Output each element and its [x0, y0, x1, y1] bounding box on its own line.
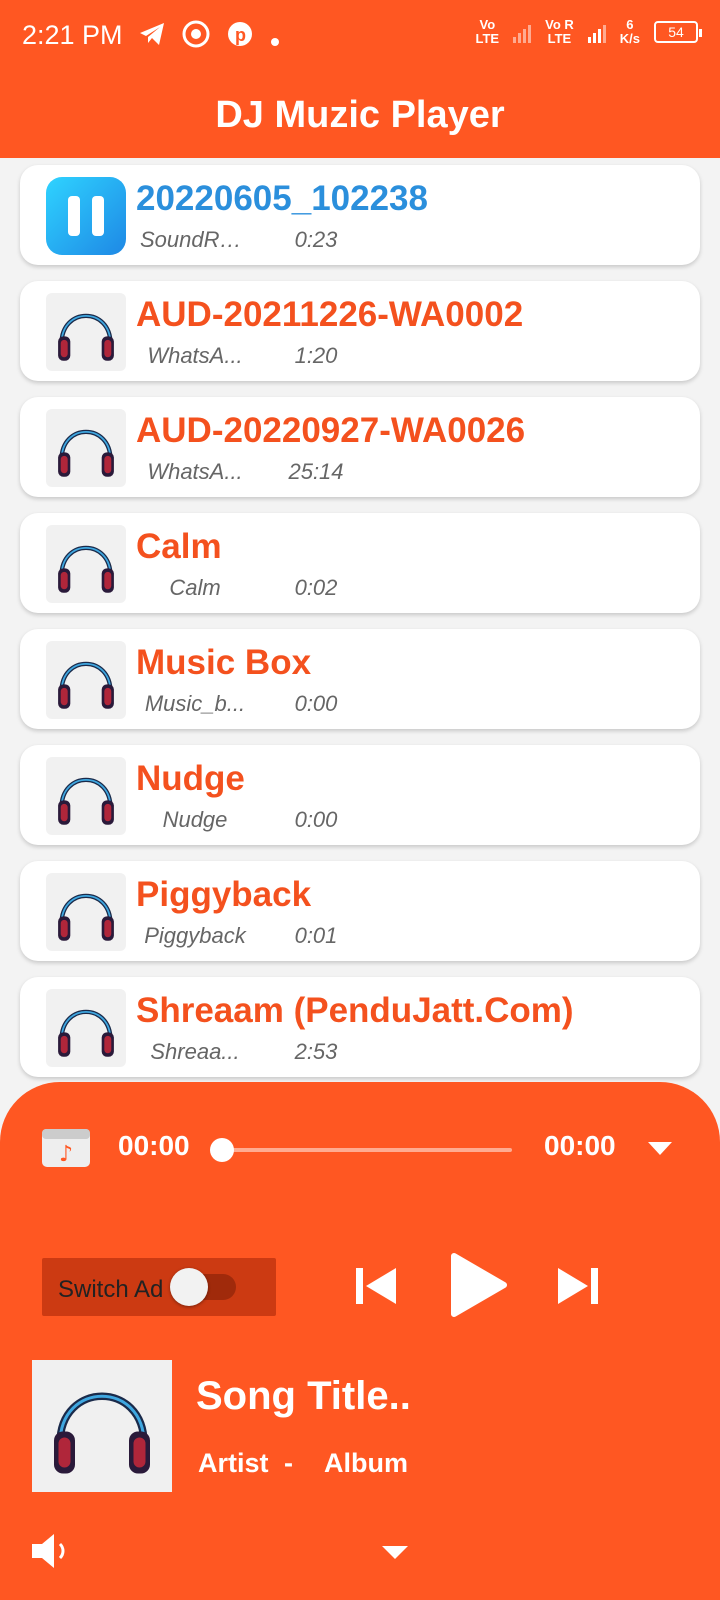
network-speed: 6 K/s — [619, 17, 640, 46]
current-time: 00:00 — [118, 1130, 190, 1161]
switch-ad-toggle[interactable]: Switch Ad — [42, 1258, 276, 1316]
song-duration: 0:02 — [294, 575, 338, 600]
play-icon[interactable] — [448, 1252, 508, 1318]
seek-thumb[interactable] — [210, 1138, 234, 1162]
notification-dot-icon — [270, 22, 280, 54]
song-title: AUD-20211226-WA0002 — [136, 295, 524, 334]
song-artist: Music_b... — [144, 691, 246, 716]
song-artist: WhatsA... — [147, 343, 243, 368]
toggle-thumb[interactable] — [170, 1268, 208, 1306]
seek-bar[interactable] — [210, 1138, 512, 1162]
app-title: DJ Muzic Player — [215, 94, 505, 136]
album-art — [32, 1360, 172, 1492]
now-playing-title: Song Title.. — [196, 1374, 411, 1418]
toggle-track[interactable] — [170, 1268, 236, 1306]
chevron-down-icon[interactable] — [382, 1546, 408, 1560]
song-duration: 0:00 — [294, 691, 338, 716]
app-bar: DJ Muzic Player — [0, 72, 720, 158]
pause-icon — [46, 177, 126, 255]
song-list-item[interactable]: Music Box Music_b... 0:00 — [20, 629, 700, 729]
song-duration: 0:23 — [294, 227, 338, 252]
skip-previous-icon[interactable] — [356, 1264, 398, 1308]
song-title: Shreaam (PenduJatt.Com) — [136, 991, 574, 1030]
headphones-icon — [42, 1365, 162, 1488]
song-duration: 0:00 — [294, 807, 338, 832]
song-artist: WhatsA... — [147, 459, 243, 484]
song-artist: Shreaa... — [150, 1039, 240, 1064]
music-folder-icon[interactable]: ♪ — [40, 1127, 92, 1169]
signal-2-icon — [587, 21, 606, 43]
song-title: Piggyback — [136, 875, 312, 914]
song-title: Nudge — [136, 759, 245, 798]
status-bar: 2:21 PM p Vo LTE Vo R LTE 6 K/s 54 — [0, 0, 720, 72]
song-title: 20220605_102238 — [136, 179, 428, 218]
switch-ad-label: Switch Ad — [58, 1276, 164, 1303]
song-artist: SoundRe... — [140, 227, 250, 252]
status-time: 2:21 PM — [22, 20, 123, 50]
song-duration: 25:14 — [288, 459, 344, 484]
song-list-item[interactable]: Calm Calm 0:02 — [20, 513, 700, 613]
headphones-icon — [46, 293, 126, 371]
headphones-icon — [46, 873, 126, 951]
song-artist: Piggyback — [144, 923, 246, 948]
artist-album-separator: - — [284, 1448, 293, 1478]
pinterest-icon: p — [226, 20, 254, 55]
song-list-item[interactable]: AUD-20220927-WA0026 WhatsA... 25:14 — [20, 397, 700, 497]
headphones-icon — [46, 525, 126, 603]
volte-indicator: Vo LTE — [475, 17, 500, 46]
song-list-item[interactable]: Piggyback Piggyback 0:01 — [20, 861, 700, 961]
song-duration: 0:01 — [294, 923, 338, 948]
song-duration: 2:53 — [294, 1039, 338, 1064]
volte-r-indicator: Vo R LTE — [545, 17, 574, 46]
song-list: 20220605_102238 SoundRe... 0:23 AUD-2021122… — [20, 165, 700, 1093]
song-artist: Nudge — [162, 807, 228, 832]
telegram-icon — [138, 21, 166, 54]
now-playing-artist: Artist — [198, 1448, 269, 1478]
song-list-item[interactable]: AUD-20211226-WA0002 WhatsA... 1:20 — [20, 281, 700, 381]
skip-next-icon[interactable] — [556, 1264, 598, 1308]
song-title: AUD-20220927-WA0026 — [136, 411, 526, 450]
player-panel: ♪ 00:00 00:00 Switch Ad Song Title.. Art… — [0, 1082, 720, 1600]
song-title: Calm — [136, 527, 222, 566]
song-list-item[interactable]: Nudge Nudge 0:00 — [20, 745, 700, 845]
song-duration: 1:20 — [294, 343, 338, 368]
chrome-icon — [182, 20, 210, 55]
headphones-icon — [46, 409, 126, 487]
signal-1-icon — [513, 21, 532, 43]
song-list-item[interactable]: 20220605_102238 SoundRe... 0:23 — [20, 165, 700, 265]
svg-text:p: p — [235, 25, 246, 45]
song-title: Music Box — [136, 643, 312, 682]
svg-text:♪: ♪ — [59, 1142, 73, 1167]
headphones-icon — [46, 989, 126, 1067]
now-playing-album: Album — [324, 1448, 408, 1478]
volume-icon[interactable] — [30, 1530, 72, 1572]
headphones-icon — [46, 757, 126, 835]
chevron-down-icon[interactable] — [648, 1142, 672, 1156]
song-artist: Calm — [169, 575, 221, 600]
song-list-item[interactable]: Shreaam (PenduJatt.Com) Shreaa... 2:53 — [20, 977, 700, 1077]
headphones-icon — [46, 641, 126, 719]
battery-icon: 54 — [654, 21, 702, 43]
total-time: 00:00 — [544, 1130, 616, 1161]
